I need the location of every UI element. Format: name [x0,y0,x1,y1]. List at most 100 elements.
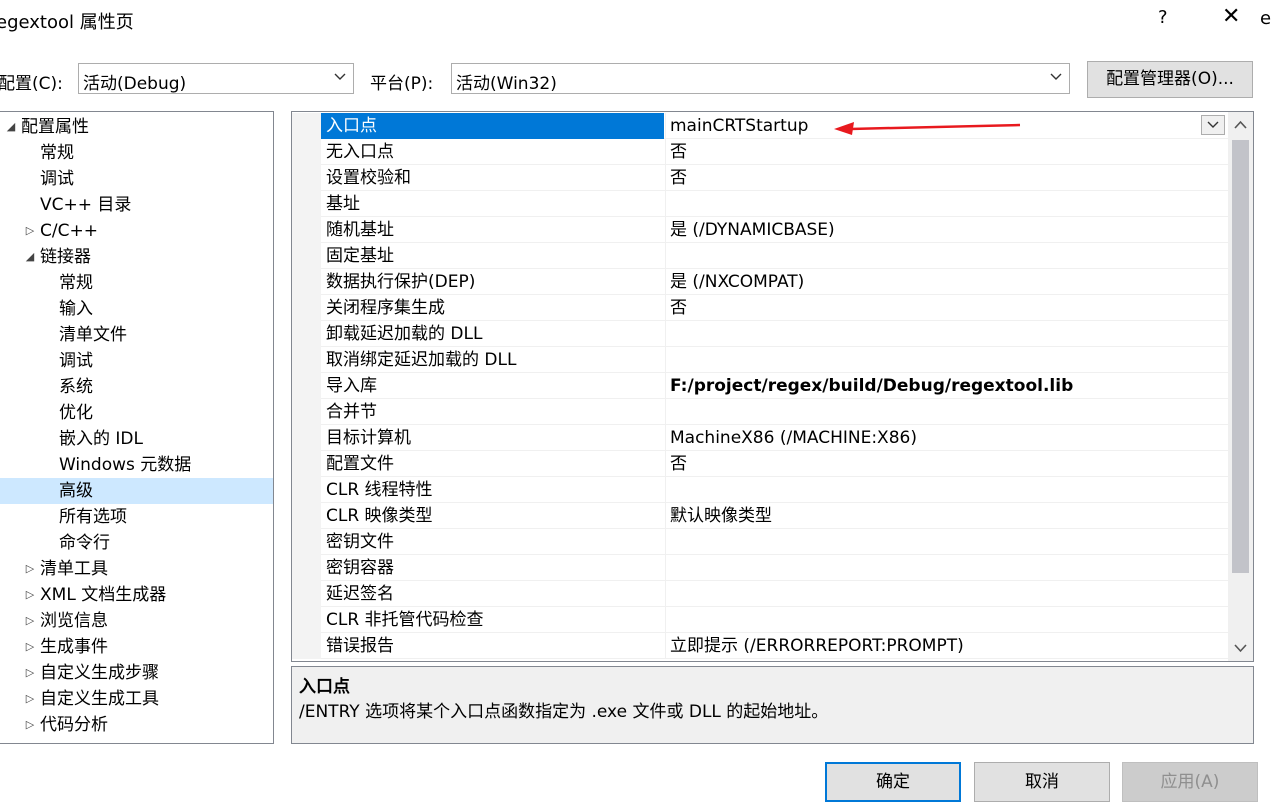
tree-item[interactable]: 系统 [0,374,273,400]
expand-icon[interactable]: ▷ [23,686,37,712]
table-row[interactable]: 入口点 mainCRTStartup [292,113,1228,139]
apply-button[interactable]: 应用(A) [1122,762,1258,802]
scrollbar-thumb[interactable] [1232,140,1249,573]
property-value[interactable] [665,347,1228,373]
tree-item[interactable]: ▷ 自定义生成步骤 [0,660,273,686]
property-value[interactable] [665,243,1228,269]
property-value[interactable] [665,607,1228,633]
property-value[interactable] [665,555,1228,581]
tree-item[interactable]: ▷ 生成事件 [0,634,273,660]
table-row[interactable]: 基址 [292,191,1228,217]
cancel-button[interactable]: 取消 [974,762,1110,802]
property-value[interactable]: 立即提示 (/ERRORREPORT:PROMPT) [665,633,1228,659]
property-value[interactable]: 是 (/DYNAMICBASE) [665,217,1228,243]
row-gutter [292,269,321,295]
property-value[interactable] [665,191,1228,217]
collapse-icon[interactable]: ◢ [23,244,37,270]
help-button[interactable]: ? [1158,7,1168,28]
tree-item[interactable]: 调试 [0,348,273,374]
value-dropdown-button[interactable] [1201,115,1225,135]
expand-icon[interactable]: ▷ [23,582,37,608]
expand-icon[interactable]: ▷ [23,634,37,660]
property-tree[interactable]: ◢ 配置属性 常规 调试 VC++ 目录 ▷ C/C++ ◢ 链接器 常规 输入 清单文件 调试 系统 优化… [0,111,274,744]
property-value[interactable]: mainCRTStartup [665,113,1228,139]
tree-item-label: 浏览信息 [40,611,108,631]
table-row[interactable]: 数据执行保护(DEP) 是 (/NXCOMPAT) [292,269,1228,295]
table-row[interactable]: 延迟签名 [292,581,1228,607]
property-value[interactable] [665,581,1228,607]
tree-item[interactable]: ◢ 配置属性 [0,114,273,140]
tree-item[interactable]: ▷ C/C++ [0,218,273,244]
tree-item[interactable]: ▷ 代码分析 [0,712,273,738]
config-manager-button[interactable]: 配置管理器(O)... [1087,61,1253,98]
tree-item[interactable]: 嵌入的 IDL [0,426,273,452]
tree-item[interactable]: 常规 [0,140,273,166]
tree-item[interactable]: 清单文件 [0,322,273,348]
table-row[interactable]: 合并节 [292,399,1228,425]
table-row[interactable]: 配置文件 否 [292,451,1228,477]
property-value[interactable]: F:/project/regex/build/Debug/regextool.l… [665,373,1228,399]
table-row[interactable]: 导入库 F:/project/regex/build/Debug/regextoo… [292,373,1228,399]
property-value[interactable]: MachineX86 (/MACHINE:X86) [665,425,1228,451]
property-value[interactable] [665,529,1228,555]
row-gutter [292,477,321,503]
tree-item[interactable]: ▷ 自定义生成工具 [0,686,273,712]
table-row[interactable]: CLR 线程特性 [292,477,1228,503]
tree-item[interactable]: 优化 [0,400,273,426]
chevron-down-icon[interactable] [1228,635,1253,661]
ok-button[interactable]: 确定 [825,762,961,802]
property-value[interactable] [665,399,1228,425]
table-row[interactable]: CLR 映像类型 默认映像类型 [292,503,1228,529]
tree-item[interactable]: 所有选项 [0,504,273,530]
property-value[interactable]: 否 [665,165,1228,191]
platform-combo[interactable]: 活动(Win32) [451,63,1070,94]
table-row[interactable]: 取消绑定延迟加载的 DLL [292,347,1228,373]
chevron-up-icon[interactable] [1228,112,1253,138]
config-combo[interactable]: 活动(Debug) [78,63,354,94]
table-row[interactable]: 关闭程序集生成 否 [292,295,1228,321]
tree-item[interactable]: 高级 [0,478,273,504]
property-value[interactable] [665,477,1228,503]
tree-item[interactable]: 输入 [0,296,273,322]
property-name: 错误报告 [326,636,394,656]
property-value[interactable]: 否 [665,451,1228,477]
chevron-down-icon [1207,121,1219,128]
close-button[interactable]: ✕ [1222,4,1240,29]
property-grid[interactable]: 错误报告 立即提示 (/ERRORREPORT:PROMPT) CLR 非托管代码检… [291,111,1254,662]
tree-item[interactable]: 命令行 [0,530,273,556]
tree-item[interactable]: ▷ 清单工具 [0,556,273,582]
tree-item[interactable]: Windows 元数据 [0,452,273,478]
table-row[interactable]: 密钥容器 [292,555,1228,581]
platform-value: 活动(Win32) [456,74,557,94]
tree-item[interactable]: 调试 [0,166,273,192]
table-row[interactable]: 密钥文件 [292,529,1228,555]
table-row[interactable]: 目标计算机 MachineX86 (/MACHINE:X86) [292,425,1228,451]
expand-icon[interactable]: ▷ [23,218,37,244]
property-value[interactable]: 默认映像类型 [665,503,1228,529]
property-value[interactable]: 是 (/NXCOMPAT) [665,269,1228,295]
tree-item[interactable]: ▷ 浏览信息 [0,608,273,634]
property-value[interactable]: 否 [665,295,1228,321]
table-row[interactable]: 无入口点 否 [292,139,1228,165]
table-row[interactable]: 卸载延迟加载的 DLL [292,321,1228,347]
property-value[interactable] [665,321,1228,347]
expand-icon[interactable]: ▷ [23,712,37,738]
expand-icon[interactable]: ▷ [23,660,37,686]
table-row[interactable]: CLR 非托管代码检查 [292,607,1228,633]
table-row[interactable]: 随机基址 是 (/DYNAMICBASE) [292,217,1228,243]
tree-item-label: 调试 [59,351,93,371]
expand-icon[interactable]: ▷ [23,556,37,582]
background-window-edge: e [1260,8,1272,29]
tree-item[interactable]: VC++ 目录 [0,192,273,218]
table-row[interactable]: 设置校验和 否 [292,165,1228,191]
table-row[interactable]: 错误报告 立即提示 (/ERRORREPORT:PROMPT) [292,633,1228,659]
grid-scrollbar[interactable] [1228,112,1253,661]
tree-item[interactable]: ▷ XML 文档生成器 [0,582,273,608]
tree-item-label: 高级 [59,481,93,501]
expand-icon[interactable]: ▷ [23,608,37,634]
tree-item[interactable]: 常规 [0,270,273,296]
property-value[interactable]: 否 [665,139,1228,165]
table-row[interactable]: 固定基址 [292,243,1228,269]
tree-item[interactable]: ◢ 链接器 [0,244,273,270]
collapse-icon[interactable]: ◢ [4,114,18,140]
